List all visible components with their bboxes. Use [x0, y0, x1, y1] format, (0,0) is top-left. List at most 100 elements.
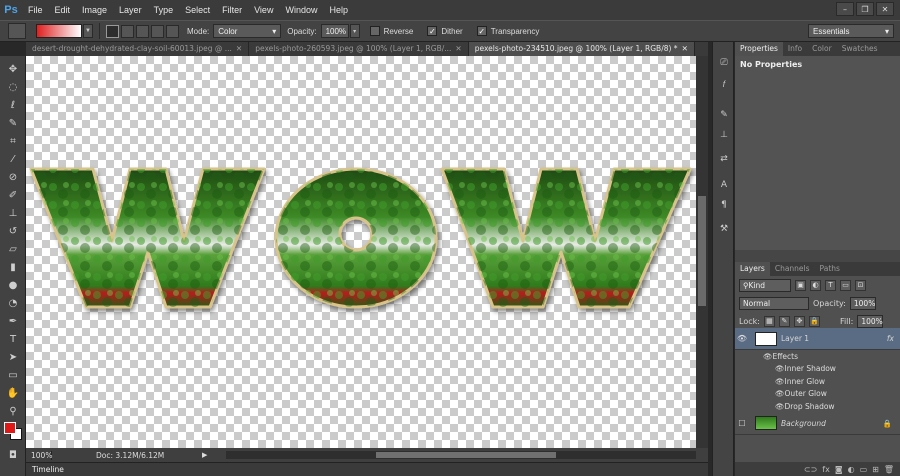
adjustment-filter-icon[interactable]: ◐ — [810, 279, 821, 291]
paragraph-icon[interactable]: ¶ — [716, 198, 732, 212]
visibility-eye-icon[interactable]: 👁 — [775, 364, 785, 373]
reverse-checkbox[interactable] — [369, 26, 380, 36]
zoom-level[interactable]: 100% — [26, 450, 52, 460]
scroll-thumb[interactable] — [698, 196, 706, 306]
tab-info[interactable]: Info — [783, 42, 807, 56]
pen-tool-icon[interactable]: ✒ — [4, 314, 22, 328]
close-icon[interactable]: ✕ — [876, 2, 894, 16]
radial-gradient-icon[interactable] — [121, 24, 134, 38]
tab-swatches[interactable]: Swatches — [837, 42, 883, 56]
menu-file[interactable]: File — [22, 0, 49, 20]
visibility-eye-icon[interactable]: 👁 — [775, 402, 785, 411]
visibility-checkbox[interactable]: ☐ — [735, 419, 749, 428]
type-filter-icon[interactable]: T — [825, 279, 836, 291]
blend-mode-select[interactable]: Normal — [739, 296, 809, 310]
kind-filter-select[interactable]: ⚲ Kind — [739, 278, 791, 292]
effect-drop-shadow[interactable]: 👁 Drop Shadow — [735, 400, 900, 413]
dodge-tool-icon[interactable]: ◔ — [4, 296, 22, 310]
tab-paths[interactable]: Paths — [815, 262, 845, 276]
chevron-right-icon[interactable]: ▶ — [202, 451, 207, 459]
layer-name[interactable]: Layer 1 — [781, 334, 809, 343]
dither-checkbox[interactable]: ✓ — [427, 26, 438, 36]
lock-pixels-icon[interactable]: ✎ — [778, 315, 790, 327]
visibility-eye-icon[interactable]: 👁 — [763, 352, 773, 361]
tool-presets-icon[interactable]: ⇄ — [716, 152, 732, 166]
menu-select[interactable]: Select — [179, 0, 216, 20]
history-brush-tool-icon[interactable]: ↺ — [4, 224, 22, 238]
pixel-filter-icon[interactable]: ▣ — [795, 279, 806, 291]
shape-filter-icon[interactable]: ▭ — [840, 279, 851, 291]
reflected-gradient-icon[interactable] — [151, 24, 164, 38]
tab-document-2[interactable]: pexels-photo-260593.jpeg @ 100% (Layer 1… — [249, 42, 469, 56]
effect-outer-glow[interactable]: 👁 Outer Glow — [735, 388, 900, 401]
effect-inner-glow[interactable]: 👁 Inner Glow — [735, 375, 900, 388]
horizontal-scrollbar[interactable] — [226, 451, 696, 459]
healing-brush-tool-icon[interactable]: ⊘ — [4, 170, 22, 184]
close-icon[interactable]: ✕ — [236, 42, 242, 56]
clone-source-icon[interactable]: ⊥ — [716, 128, 732, 142]
menu-window[interactable]: Window — [279, 0, 323, 20]
menu-filter[interactable]: Filter — [216, 0, 248, 20]
brush-tool-icon[interactable]: ✐ — [4, 188, 22, 202]
history-icon[interactable]: ⎚ — [716, 56, 732, 70]
lock-transparency-icon[interactable]: ▦ — [763, 315, 775, 327]
visibility-eye-icon[interactable]: 👁 — [775, 389, 785, 398]
minimize-icon[interactable]: – — [836, 2, 854, 16]
diamond-gradient-icon[interactable] — [166, 24, 179, 38]
tab-properties[interactable]: Properties — [735, 42, 783, 56]
adjustment-layer-icon[interactable]: ◐ — [848, 465, 855, 474]
scroll-thumb[interactable] — [376, 452, 556, 458]
smart-object-filter-icon[interactable]: ⊡ — [855, 279, 866, 291]
chevron-down-icon[interactable]: ▾ — [349, 24, 360, 38]
new-layer-icon[interactable]: ⊞ — [872, 465, 879, 474]
tab-color[interactable]: Color — [807, 42, 837, 56]
document-canvas[interactable] — [26, 56, 696, 448]
character-icon[interactable]: A — [716, 178, 732, 192]
chevron-down-icon[interactable]: ▼ — [83, 24, 93, 38]
add-mask-icon[interactable]: ◙ — [835, 465, 843, 474]
move-tool-icon[interactable]: ✥ — [4, 62, 22, 76]
tab-channels[interactable]: Channels — [770, 262, 815, 276]
quick-select-tool-icon[interactable]: ✎ — [4, 116, 22, 130]
shape-tool-icon[interactable]: ▭ — [4, 368, 22, 382]
visibility-eye-icon[interactable]: 👁 — [735, 334, 749, 343]
path-selection-tool-icon[interactable]: ➤ — [4, 350, 22, 364]
quick-mask-icon[interactable]: ◘ — [4, 448, 22, 462]
menu-edit[interactable]: Edit — [49, 0, 77, 20]
lasso-tool-icon[interactable]: ℓ — [4, 98, 22, 112]
menu-help[interactable]: Help — [323, 0, 354, 20]
gradient-tool-icon[interactable]: ▮ — [4, 260, 22, 274]
linear-gradient-icon[interactable] — [106, 24, 119, 38]
layer-name[interactable]: Background — [781, 419, 826, 428]
type-tool-icon[interactable]: T — [4, 332, 22, 346]
tab-layers[interactable]: Layers — [735, 262, 770, 276]
transparency-checkbox[interactable]: ✓ — [476, 26, 487, 36]
menu-layer[interactable]: Layer — [113, 0, 148, 20]
menu-type[interactable]: Type — [148, 0, 180, 20]
blur-tool-icon[interactable]: ● — [4, 278, 22, 292]
brush-presets-icon[interactable]: ✎ — [716, 108, 732, 122]
close-icon[interactable]: ✕ — [455, 42, 461, 56]
add-style-icon[interactable]: fx — [822, 465, 830, 474]
marquee-tool-icon[interactable]: ◌ — [4, 80, 22, 94]
menu-image[interactable]: Image — [76, 0, 113, 20]
trash-icon[interactable]: 🗑 — [884, 465, 894, 474]
fx-icon[interactable]: fx — [887, 334, 894, 343]
lock-position-icon[interactable]: ✥ — [793, 315, 805, 327]
eyedropper-tool-icon[interactable]: ⁄ — [4, 152, 22, 166]
zoom-tool-icon[interactable]: ⚲ — [4, 404, 22, 418]
gradient-tool-preset-icon[interactable] — [8, 23, 26, 39]
layer-opacity-input[interactable]: 100% — [849, 296, 876, 310]
mode-select[interactable]: Color ▾ — [213, 24, 282, 38]
actions-icon[interactable]: 𝑓 — [716, 78, 732, 92]
fill-input[interactable]: 100% — [857, 314, 884, 328]
restore-icon[interactable]: ❐ — [856, 2, 874, 16]
vertical-scrollbar[interactable] — [696, 56, 708, 448]
adjustments-icon[interactable]: ⚒ — [716, 222, 732, 236]
timeline-panel-tab[interactable]: Timeline — [26, 462, 708, 476]
angle-gradient-icon[interactable] — [136, 24, 149, 38]
foreground-color-swatch[interactable] — [4, 422, 16, 434]
opacity-input[interactable]: 100% — [320, 24, 349, 38]
effects-row[interactable]: 👁 Effects — [735, 350, 900, 363]
workspace-select[interactable]: Essentials ▾ — [808, 24, 894, 38]
